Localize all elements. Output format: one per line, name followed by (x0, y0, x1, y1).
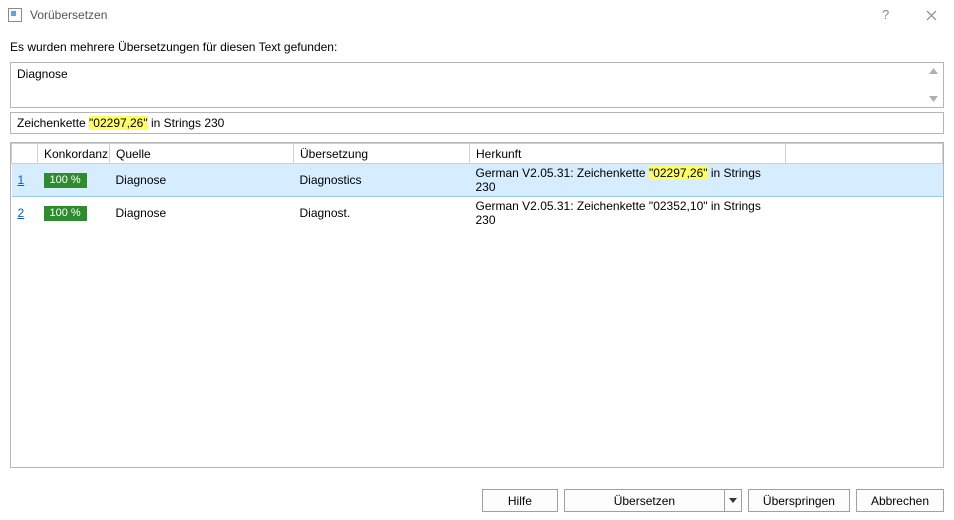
source-scroll (926, 63, 941, 107)
context-prefix: Zeichenkette (17, 116, 89, 130)
scroll-up-icon[interactable] (926, 65, 941, 77)
button-row: Hilfe Übersetzen Überspringen Abbrechen (0, 489, 954, 512)
results-grid: Konkordanz Quelle Übersetzung Herkunft 1… (10, 142, 944, 468)
translate-split-button: Übersetzen (564, 489, 742, 512)
skip-button[interactable]: Überspringen (748, 489, 850, 512)
row-target: Diagnostics (294, 164, 470, 197)
row-source: Diagnose (110, 164, 294, 197)
source-text: Diagnose (17, 67, 68, 81)
window-title: Vorübersetzen (30, 8, 107, 22)
col-header-match[interactable]: Konkordanz (38, 144, 110, 164)
intro-text: Es wurden mehrere Übersetzungen für dies… (10, 40, 944, 54)
table-row[interactable]: 1 100 % DiagnoseDiagnosticsGerman V2.05.31… (12, 164, 943, 197)
help-action-button[interactable]: Hilfe (482, 489, 558, 512)
col-header-num[interactable] (12, 144, 38, 164)
grid-header: Konkordanz Quelle Übersetzung Herkunft (12, 144, 943, 164)
cancel-button[interactable]: Abbrechen (856, 489, 944, 512)
row-source: Diagnose (110, 197, 294, 230)
context-highlight: "02297,26" (89, 116, 148, 130)
dialog-content: Es wurden mehrere Übersetzungen für dies… (0, 30, 954, 468)
table-row[interactable]: 2 100 % DiagnoseDiagnost.German V2.05.31: … (12, 197, 943, 230)
context-suffix: in Strings 230 (148, 116, 225, 130)
match-badge: 100 % (44, 173, 87, 188)
row-number-link[interactable]: 1 (18, 173, 25, 187)
col-header-source[interactable]: Quelle (110, 144, 294, 164)
row-origin: German V2.05.31: Zeichenkette "02297,26"… (470, 164, 786, 197)
translate-button[interactable]: Übersetzen (564, 489, 724, 512)
titlebar: Vorübersetzen ? (0, 0, 954, 30)
source-text-box: Diagnose (10, 62, 944, 108)
col-header-origin[interactable]: Herkunft (470, 144, 786, 164)
scroll-down-icon[interactable] (926, 93, 941, 105)
app-icon (8, 8, 22, 22)
match-badge: 100 % (44, 206, 87, 221)
chevron-down-icon (729, 498, 737, 503)
context-bar: Zeichenkette "02297,26" in Strings 230 (10, 112, 944, 134)
row-origin: German V2.05.31: Zeichenkette "02352,10"… (470, 197, 786, 230)
translate-dropdown[interactable] (724, 489, 742, 512)
close-button[interactable] (909, 0, 954, 30)
col-header-target[interactable]: Übersetzung (294, 144, 470, 164)
row-target: Diagnost. (294, 197, 470, 230)
svg-text:?: ? (882, 8, 889, 22)
row-number-link[interactable]: 2 (18, 206, 25, 220)
help-button[interactable]: ? (864, 0, 909, 30)
col-header-spare[interactable] (786, 144, 943, 164)
